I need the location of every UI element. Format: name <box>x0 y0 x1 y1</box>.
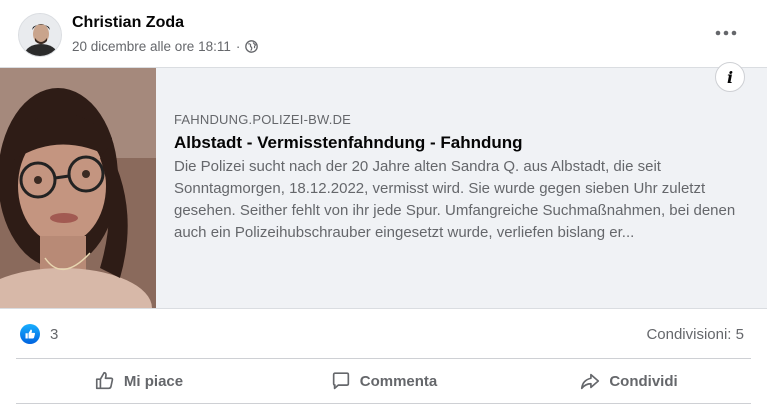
link-description: Die Polizei sucht nach der 20 Jahre alte… <box>174 158 736 241</box>
share-button[interactable]: Condividi <box>506 359 751 403</box>
thumbs-up-icon <box>95 371 114 390</box>
reaction-count[interactable]: 3 <box>50 326 58 343</box>
info-icon: i <box>726 67 734 87</box>
like-label: Mi piace <box>123 372 184 390</box>
post-meta: 20 dicembre alle ore 18:11 · <box>72 39 259 54</box>
share-label: Condividi <box>609 372 678 390</box>
like-reaction-icon[interactable] <box>20 324 40 344</box>
info-button[interactable]: i <box>715 62 745 92</box>
share-arrow-icon <box>581 373 600 390</box>
author-name[interactable]: Christian Zoda <box>72 14 184 32</box>
comment-label: Commenta <box>359 372 438 390</box>
share-count[interactable]: Condivisioni: 5 <box>646 326 744 343</box>
post-stats-bar: 3 Condivisioni: 5 <box>0 318 767 348</box>
link-preview-card[interactable]: i FAHNDUNG.POLIZEI-BW.DE Albstadt - Verm… <box>0 62 767 309</box>
divider <box>16 403 751 404</box>
comment-button[interactable]: Commenta <box>261 359 506 403</box>
like-button[interactable]: Mi piace <box>16 359 261 403</box>
comment-icon <box>332 372 349 390</box>
more-horizontal-icon <box>715 30 737 36</box>
globe-icon[interactable] <box>245 40 259 53</box>
more-options-button[interactable] <box>715 22 737 36</box>
link-thumbnail <box>0 68 156 308</box>
post-actions: Mi piace Commenta Condividi <box>16 358 751 403</box>
post-timestamp[interactable]: 20 dicembre alle ore 18:11 <box>72 39 231 54</box>
meta-separator: · <box>235 39 241 54</box>
author-photo <box>19 14 61 56</box>
link-title[interactable]: Albstadt - Vermisstenfahndung - Fahndung <box>174 133 523 153</box>
link-domain: FAHNDUNG.POLIZEI-BW.DE <box>174 112 352 127</box>
author-avatar[interactable] <box>18 13 62 57</box>
